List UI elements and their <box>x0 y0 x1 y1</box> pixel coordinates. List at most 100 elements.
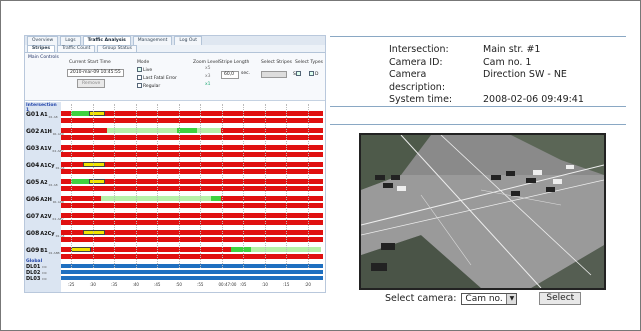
group-label-g08[interactable]: G08A2CyR1 A8 <box>26 230 64 240</box>
camera-top-divider <box>330 124 626 125</box>
stripe-g05-seg-1 <box>61 179 71 184</box>
stripe-g08-baseline <box>61 237 323 242</box>
main-controls-title: Main Controls <box>28 55 59 60</box>
time-tick-label: :05 <box>240 282 247 287</box>
system-time-value: 2008-02-06 09:49:41 <box>483 94 584 105</box>
group-label-g02[interactable]: G02A1HR1 A8D <box>26 128 64 138</box>
select-stripes-label: Select Stripes <box>261 60 293 65</box>
stripe-g06-baseline <box>61 203 323 208</box>
detector-track-dl02 <box>61 270 323 274</box>
detector-track-dl03 <box>61 276 323 280</box>
tab-traffic-analysis[interactable]: Traffic Analysis <box>82 36 131 45</box>
select-stripes-control[interactable] <box>261 71 287 78</box>
time-tick-label: :30 <box>89 282 96 287</box>
time-tick-label: :45 <box>154 282 161 287</box>
stripe-g08-seg-3 <box>105 230 323 235</box>
time-tick-label: :35 <box>111 282 118 287</box>
mode-live-checkbox[interactable]: Live <box>137 67 152 74</box>
chevron-down-icon[interactable]: ▼ <box>506 293 517 304</box>
camera-id-label: Camera ID: <box>389 56 443 68</box>
camera-feed-image <box>359 133 606 290</box>
time-tick-label: 00:47:00 <box>218 282 237 287</box>
traffic-analysis-panel: Overview Logs Traffic Analysis Managemen… <box>24 35 326 293</box>
time-gridline <box>221 104 223 268</box>
signal-tracks: :25:30:35:40:45:50:55 00:47:00:05:10:15:2… <box>61 102 325 292</box>
stripe-g04-seg-2 <box>83 162 105 167</box>
time-gridline <box>157 104 158 268</box>
subtab-traffic-count[interactable]: Traffic Count <box>57 45 96 52</box>
camera-info: Intersection: Main str. #1 Camera ID: Cam … <box>389 44 584 107</box>
group-label-g07[interactable]: G07A2VR1 A8V <box>26 213 63 223</box>
intersection-value: Main str. #1 <box>483 44 541 55</box>
remove-button[interactable]: Remove <box>77 79 106 88</box>
tab-management[interactable]: Management <box>132 36 173 45</box>
tab-log-out[interactable]: Log Out <box>174 36 203 45</box>
zoom-x5[interactable]: x5 <box>205 66 211 72</box>
group-label-g05[interactable]: G05A2R1 A8 <box>26 179 58 189</box>
time-gridline <box>178 104 180 268</box>
group-label-g03[interactable]: G03A1VR1 A8V <box>26 145 63 155</box>
mode-label: Mode <box>137 60 150 65</box>
stripe-g01-seg-4 <box>105 111 323 116</box>
time-tick-label: :50 <box>175 282 182 287</box>
select-camera-button[interactable]: Select <box>539 292 582 305</box>
start-time-label: Current Start Time <box>69 60 111 65</box>
mode-regular-checkbox[interactable]: Regular <box>137 83 160 90</box>
zoom-level-label: Zoom Level <box>193 60 220 65</box>
stripe-g04-baseline <box>61 169 323 174</box>
stripe-length-input[interactable]: 60,0 <box>221 71 239 79</box>
stripe-g06-seg-1 <box>61 196 101 201</box>
time-gridline <box>200 104 201 268</box>
group-label-g01[interactable]: G01A1R1 A8 <box>26 111 58 121</box>
stripe-g09-seg-1 <box>61 247 71 252</box>
camera-id-value: Cam no. 1 <box>483 56 532 68</box>
tab-logs[interactable]: Logs <box>60 36 81 45</box>
subtab-group-status[interactable]: Group Status <box>97 45 137 52</box>
select-type-s-checkbox[interactable]: S <box>293 71 302 78</box>
stripe-g08-seg-2 <box>83 230 105 235</box>
stripe-g03-baseline <box>61 152 323 157</box>
stripe-g07-baseline <box>61 220 323 225</box>
stripe-g06-seg-2 <box>101 196 211 201</box>
stripe-g01-seg-1 <box>61 111 71 116</box>
stripe-g02-seg-2 <box>107 128 177 133</box>
time-gridline <box>92 104 94 268</box>
group-label-g09[interactable]: G09B1R1 A8B <box>26 247 60 257</box>
stripe-g02-seg-3 <box>177 128 197 133</box>
time-tick-label: :20 <box>304 282 311 287</box>
stripe-g08-seg-1 <box>61 230 83 235</box>
time-tick-label: :40 <box>132 282 139 287</box>
stripe-g03-seg-1 <box>61 145 323 150</box>
stripe-g06-seg-3 <box>211 196 221 201</box>
mode-last-fatal-error-checkbox[interactable]: Last Fatal Error <box>137 75 177 82</box>
time-tick-label: :25 <box>68 282 75 287</box>
stripe-length-unit: sec. <box>241 71 251 76</box>
time-tick-label: :55 <box>197 282 204 287</box>
stripe-g05-seg-3 <box>89 179 105 184</box>
start-time-field[interactable]: 2010-mar-09 10:45:55 <box>67 69 124 77</box>
stripe-g05-baseline <box>61 186 323 191</box>
detector-label-dl03[interactable]: DL03 D0 <box>26 276 47 282</box>
zoom-x3[interactable]: x3 <box>205 74 211 80</box>
stripe-g09-seg-4 <box>231 247 251 252</box>
camera-select[interactable]: Cam no. 1 ▼ <box>461 292 518 305</box>
main-nav: Overview Logs Traffic Analysis Managemen… <box>25 36 325 45</box>
group-label-g04[interactable]: G04A1CyR1 A8 <box>26 162 64 172</box>
stripe-g04-seg-3 <box>105 162 323 167</box>
time-gridline <box>135 104 137 268</box>
camera-selector: Select camera: Cam no. 1 ▼ Select <box>385 292 582 305</box>
stripe-g01-baseline <box>61 118 323 123</box>
time-gridline <box>286 104 287 268</box>
stripe-g07-seg-1 <box>61 213 323 218</box>
zoom-x1[interactable]: x1 <box>205 82 211 88</box>
sub-nav: Stripes Traffic Count Group Status <box>25 45 325 53</box>
tab-overview[interactable]: Overview <box>27 36 59 45</box>
stripe-g09-seg-3 <box>91 247 231 252</box>
select-type-d-checkbox[interactable]: D <box>309 71 318 78</box>
group-label-g06[interactable]: G06A2HR1 A8D <box>26 196 64 206</box>
group-labels: Intersection 1 G01A1R1 A8 G02A1HR1 A8D G… <box>25 102 64 292</box>
time-gridline <box>71 104 72 268</box>
stripe-g01-seg-3 <box>89 111 105 116</box>
intersection-label: Intersection: <box>389 44 449 55</box>
subtab-stripes[interactable]: Stripes <box>27 45 56 52</box>
